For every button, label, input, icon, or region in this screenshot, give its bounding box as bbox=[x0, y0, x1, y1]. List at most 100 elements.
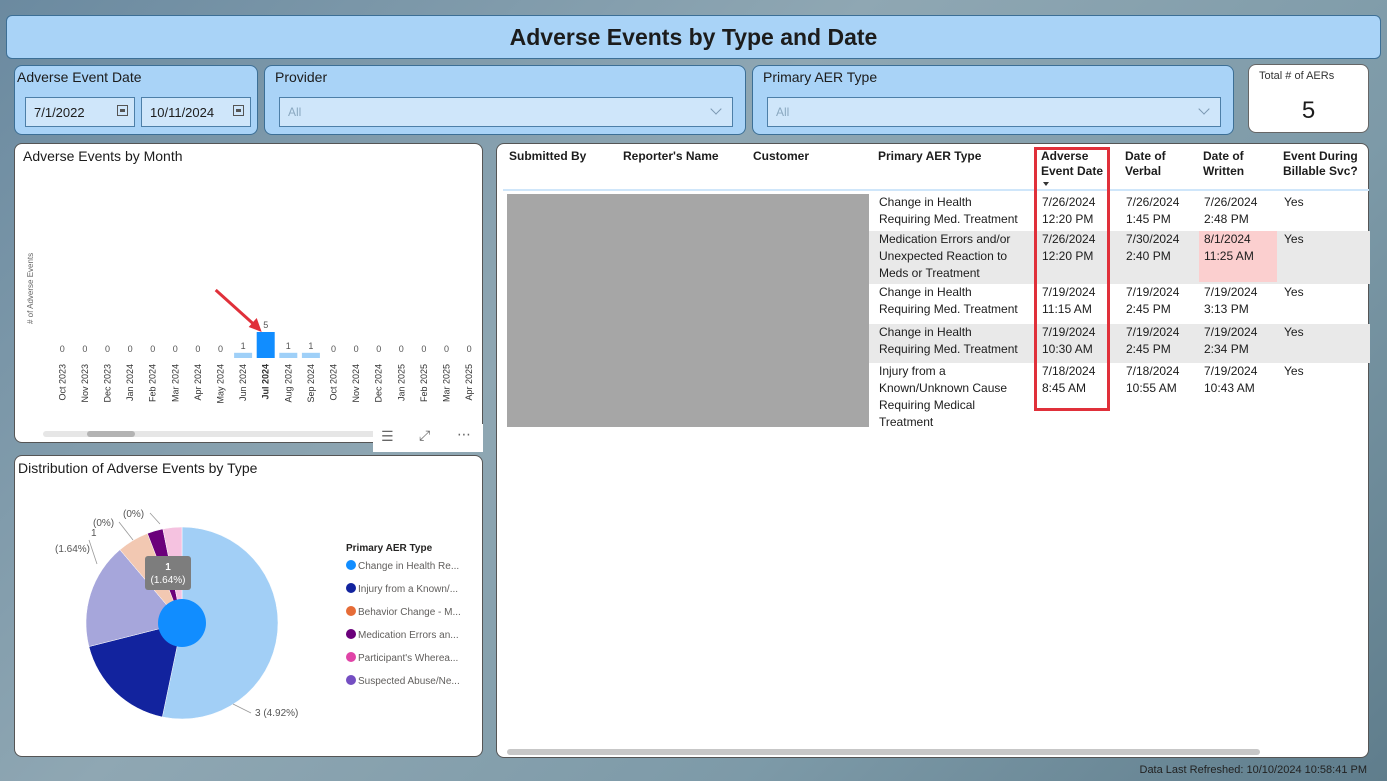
y-axis-label: # of Adverse Events bbox=[26, 253, 35, 324]
data-refresh-timestamp: Data Last Refreshed: 10/10/2024 10:58:41… bbox=[1139, 764, 1368, 776]
pie-chart-svg: 1(1.64%)3 (4.92%)1(1.64%)(0%)(0%)Primary… bbox=[55, 509, 461, 720]
pie-data-label: 3 (4.92%) bbox=[255, 708, 298, 719]
cell-date-of-written: 7/19/2024 3:13 PM bbox=[1204, 285, 1258, 316]
data-label: 0 bbox=[399, 344, 404, 354]
start-date-input[interactable]: 7/1/2022 bbox=[25, 97, 135, 127]
cell-billable-svc: Yes bbox=[1284, 285, 1304, 299]
bar bbox=[279, 352, 298, 358]
pie-label-leader bbox=[118, 521, 134, 541]
pie-label-leader bbox=[88, 539, 98, 565]
focus-mode-icon[interactable]: ⤢ bbox=[419, 427, 430, 444]
cell-primary-aer-type: Medication Errors and/or Unexpected React… bbox=[879, 232, 1011, 280]
calendar-icon[interactable] bbox=[117, 105, 128, 116]
highlight-annotation-box bbox=[1034, 147, 1110, 411]
x-tick-label: Oct 2023 bbox=[57, 364, 67, 401]
chevron-down-icon bbox=[710, 103, 722, 115]
pie-chart-panel: Distribution of Adverse Events by Type 1… bbox=[14, 455, 483, 757]
cell-date-of-written: 7/19/2024 10:43 AM bbox=[1204, 364, 1258, 395]
x-tick-label: Nov 2023 bbox=[80, 364, 90, 403]
date-filter-slicer: Adverse Event Date 7/1/2022 10/11/2024 bbox=[14, 65, 258, 135]
x-tick-label: Jan 2024 bbox=[125, 364, 135, 401]
x-tick-label: Sep 2024 bbox=[306, 364, 316, 403]
cell-date-of-verbal: 7/26/2024 1:45 PM bbox=[1126, 195, 1180, 226]
data-label: 1 bbox=[308, 341, 313, 351]
legend-swatch bbox=[346, 560, 356, 570]
start-date-value: 7/1/2022 bbox=[34, 104, 85, 120]
pie-inner-highlight bbox=[158, 599, 206, 647]
table-header-divider bbox=[503, 189, 1369, 191]
legend-item: Behavior Change - M... bbox=[358, 607, 461, 618]
data-label: 1 bbox=[286, 341, 291, 351]
legend-item: Suspected Abuse/Ne... bbox=[358, 676, 460, 687]
data-label: 0 bbox=[82, 344, 87, 354]
legend-item: Medication Errors an... bbox=[358, 630, 459, 641]
pie-data-label: (1.64%) bbox=[55, 544, 90, 555]
x-tick-label: Apr 2025 bbox=[464, 364, 474, 401]
cell-primary-aer-type: Change in Health Requiring Med. Treatment bbox=[879, 325, 1018, 356]
cell-primary-aer-type: Change in Health Requiring Med. Treatment bbox=[879, 285, 1018, 316]
data-label: 0 bbox=[376, 344, 381, 354]
aer-type-filter-slicer: Primary AER Type All bbox=[752, 65, 1234, 135]
data-label: 0 bbox=[467, 344, 472, 354]
cell-date-of-verbal: 7/30/2024 2:40 PM bbox=[1126, 232, 1180, 263]
date-filter-label: Adverse Event Date bbox=[17, 69, 142, 85]
cell-primary-aer-type: Change in Health Requiring Med. Treatment bbox=[879, 195, 1018, 226]
x-tick-label: Aug 2024 bbox=[283, 364, 293, 403]
aer-type-dropdown-value: All bbox=[776, 105, 790, 119]
table-header-cell[interactable]: Date of Written bbox=[1203, 149, 1244, 179]
cell-billable-svc: Yes bbox=[1284, 232, 1304, 246]
bar-chart-panel: Adverse Events by Month # of Adverse Eve… bbox=[14, 143, 483, 443]
cell-date-of-verbal: 7/18/2024 10:55 AM bbox=[1126, 364, 1180, 395]
annotation-arrow bbox=[214, 288, 257, 328]
pie-tooltip-percent: (1.64%) bbox=[150, 575, 185, 586]
filter-icon[interactable]: ☰ bbox=[381, 428, 394, 445]
end-date-input[interactable]: 10/11/2024 bbox=[141, 97, 251, 127]
cell-date-of-written: 8/1/2024 11:25 AM bbox=[1204, 232, 1254, 263]
cell-billable-svc: Yes bbox=[1284, 325, 1304, 339]
legend-swatch bbox=[346, 606, 356, 616]
cell-date-of-written: 7/19/2024 2:34 PM bbox=[1204, 325, 1258, 356]
data-label: 0 bbox=[105, 344, 110, 354]
total-aers-label: Total # of AERs bbox=[1259, 70, 1335, 82]
table-scrollbar[interactable] bbox=[507, 749, 1260, 755]
data-label: 0 bbox=[331, 344, 336, 354]
data-label: 0 bbox=[173, 344, 178, 354]
aer-type-dropdown[interactable]: All bbox=[767, 97, 1221, 127]
x-tick-label: Feb 2025 bbox=[419, 364, 429, 402]
events-table-panel: Submitted By Reporter's Name Customer Prima… bbox=[496, 143, 1370, 758]
bar-chart-scroll-thumb[interactable] bbox=[87, 431, 135, 437]
data-label: 5 bbox=[263, 320, 268, 330]
provider-filter-label: Provider bbox=[275, 69, 328, 85]
table-header-cell[interactable]: Submitted By bbox=[509, 149, 586, 164]
table-header-cell[interactable]: Event During Billable Svc? bbox=[1283, 149, 1358, 179]
pie-label-leader bbox=[149, 512, 161, 525]
table-header-cell[interactable]: Primary AER Type bbox=[878, 149, 981, 164]
table-header-cell[interactable]: Customer bbox=[753, 149, 809, 164]
cell-date-of-verbal: 7/19/2024 2:45 PM bbox=[1126, 325, 1180, 356]
pie-data-label: 1 bbox=[91, 528, 97, 539]
legend-swatch bbox=[346, 675, 356, 685]
bar-chart-svg: # of Adverse Events 0 Oct 2023 0 Nov 2023 0 De… bbox=[26, 253, 474, 404]
calendar-icon[interactable] bbox=[233, 105, 244, 116]
provider-dropdown[interactable]: All bbox=[279, 97, 733, 127]
bar bbox=[256, 332, 275, 358]
data-label: 0 bbox=[195, 344, 200, 354]
cell-primary-aer-type: Injury from a Known/Unknown Cause Requirin… bbox=[879, 364, 1008, 429]
table-header-cell[interactable]: Date of Verbal bbox=[1125, 149, 1166, 179]
data-label: 1 bbox=[241, 341, 246, 351]
data-label: 0 bbox=[421, 344, 426, 354]
provider-filter-slicer: Provider All bbox=[264, 65, 746, 135]
legend-item: Participant's Wherea... bbox=[358, 653, 458, 664]
data-label: 0 bbox=[150, 344, 155, 354]
end-date-value: 10/11/2024 bbox=[150, 104, 215, 120]
total-aers-card: Total # of AERs 5 bbox=[1248, 64, 1369, 133]
bar bbox=[234, 352, 253, 358]
x-tick-label: Jan 2025 bbox=[396, 364, 406, 401]
pie-tooltip-count: 1 bbox=[165, 562, 171, 573]
table-header-cell[interactable]: Reporter's Name bbox=[623, 149, 719, 164]
more-options-icon[interactable]: ⋯ bbox=[457, 426, 471, 443]
pie-label-leader bbox=[232, 703, 252, 714]
legend-swatch bbox=[346, 652, 356, 662]
legend-item: Change in Health Re... bbox=[358, 561, 459, 572]
bar-chart-scrollbar[interactable] bbox=[43, 431, 383, 437]
